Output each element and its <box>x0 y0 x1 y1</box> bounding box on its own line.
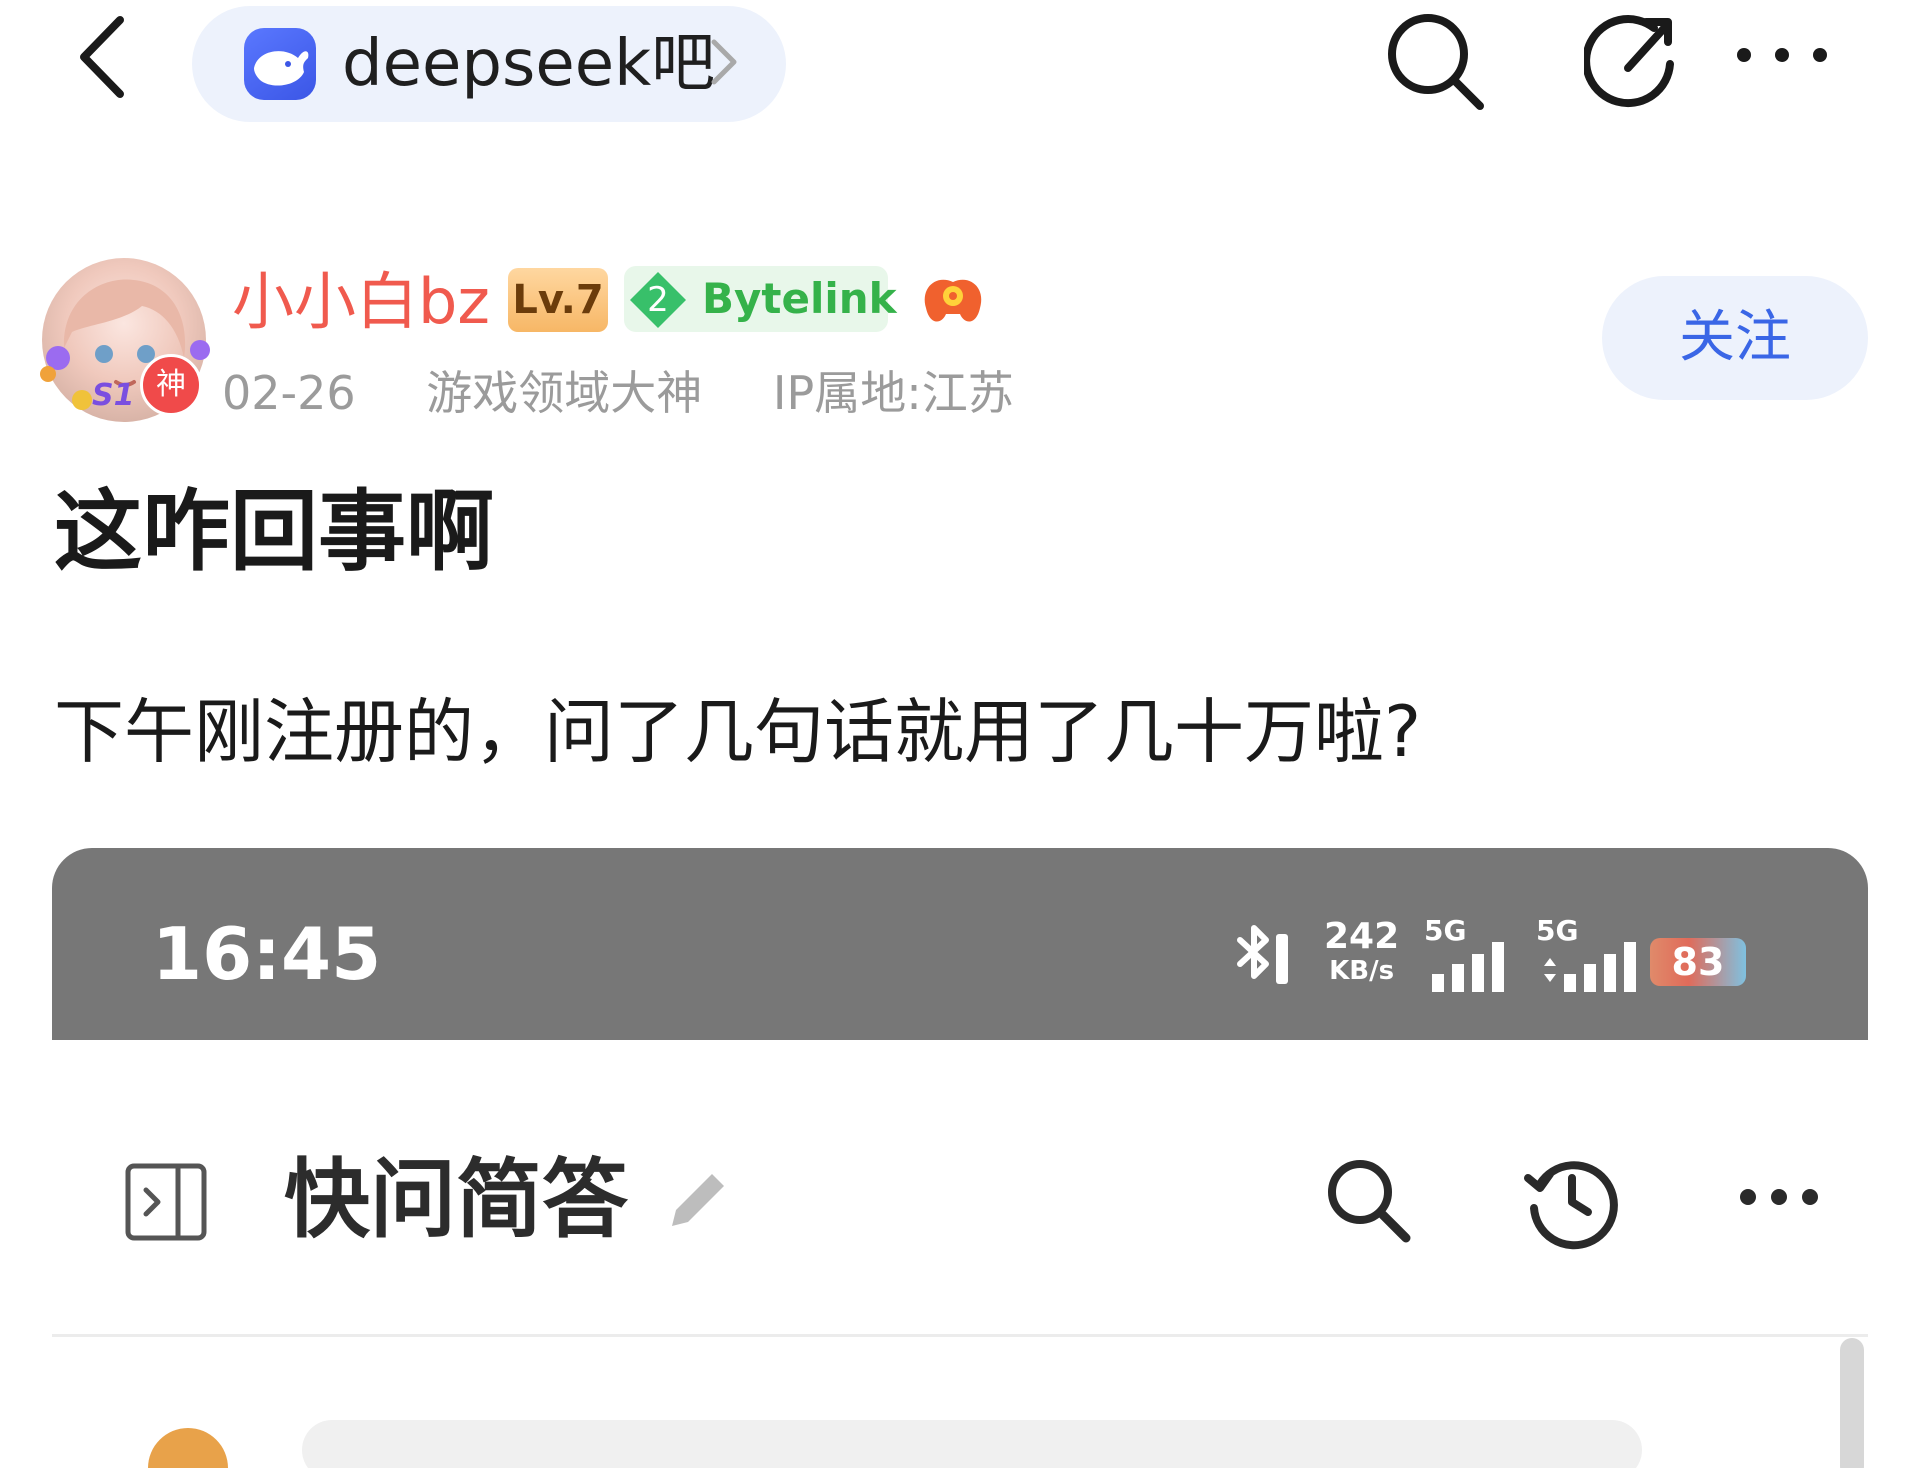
history-icon[interactable] <box>1520 1150 1620 1250</box>
chevron-right-icon <box>708 34 740 90</box>
more-horizontal-icon[interactable] <box>1732 40 1832 70</box>
bytelink-label: Bytelink <box>702 274 897 323</box>
bytelink-badge: 2 Bytelink <box>624 266 897 332</box>
top-navigation-bar: deepseek吧 <box>0 0 1920 140</box>
scrollbar[interactable] <box>1840 1338 1864 1468</box>
author-name[interactable]: 小小白bz <box>232 262 490 342</box>
network-speed-value: 242 <box>1324 916 1400 957</box>
search-icon[interactable] <box>1322 1154 1414 1246</box>
network-speed: 242 KB/s <box>1324 916 1400 987</box>
battery-level: 83 <box>1671 940 1725 984</box>
forum-name: deepseek吧 <box>342 27 716 101</box>
search-icon[interactable] <box>1382 8 1488 114</box>
forum-link-pill[interactable]: deepseek吧 <box>192 6 786 122</box>
edit-pencil-icon[interactable] <box>662 1162 732 1236</box>
network-speed-unit: KB/s <box>1329 956 1395 986</box>
ip-location: IP属地:江苏 <box>772 366 1014 420</box>
post-date: 02-26 <box>222 366 356 420</box>
chat-message-placeholder <box>302 1420 1642 1468</box>
back-arrow-icon[interactable] <box>70 12 136 102</box>
battery-icon: 83 <box>1650 938 1746 986</box>
bluetooth-icon <box>1232 920 1294 994</box>
avatar-god-badge: 神 <box>140 354 202 416</box>
embedded-status-bar: 16:45 242 KB/s 5G 5G 83 <box>52 848 1868 1040</box>
avatar-season-tag: S1 <box>92 378 135 413</box>
follow-button[interactable]: 关注 <box>1602 276 1868 400</box>
more-horizontal-icon[interactable] <box>1738 1182 1820 1212</box>
gamepad-icon <box>916 268 990 332</box>
deepseek-whale-logo-icon <box>244 28 316 100</box>
embedded-app-bar: 快问简答 <box>52 1040 1868 1337</box>
chat-avatar <box>148 1428 228 1468</box>
chat-title: 快问简答 <box>284 1150 628 1250</box>
signal-strength-1-icon <box>1428 920 1524 996</box>
embedded-screenshot-image[interactable]: 16:45 242 KB/s 5G 5G 83 快问简答 <box>52 848 1868 1468</box>
author-title-tag: 游戏领域大神 <box>426 366 703 420</box>
post-title: 这咋回事啊 <box>54 480 495 583</box>
post-meta: 02-26 游戏领域大神 IP属地:江苏 <box>222 360 1014 426</box>
post-body: 下午刚注册的，问了几句话就用了几十万啦? <box>54 691 1422 773</box>
bytelink-level: 2 <box>647 280 669 320</box>
status-time: 16:45 <box>152 912 382 996</box>
level-badge: Lv.7 <box>508 268 608 332</box>
signal-strength-2-icon <box>1536 920 1646 996</box>
share-icon[interactable] <box>1582 10 1680 110</box>
sidebar-toggle-icon[interactable] <box>124 1160 208 1244</box>
